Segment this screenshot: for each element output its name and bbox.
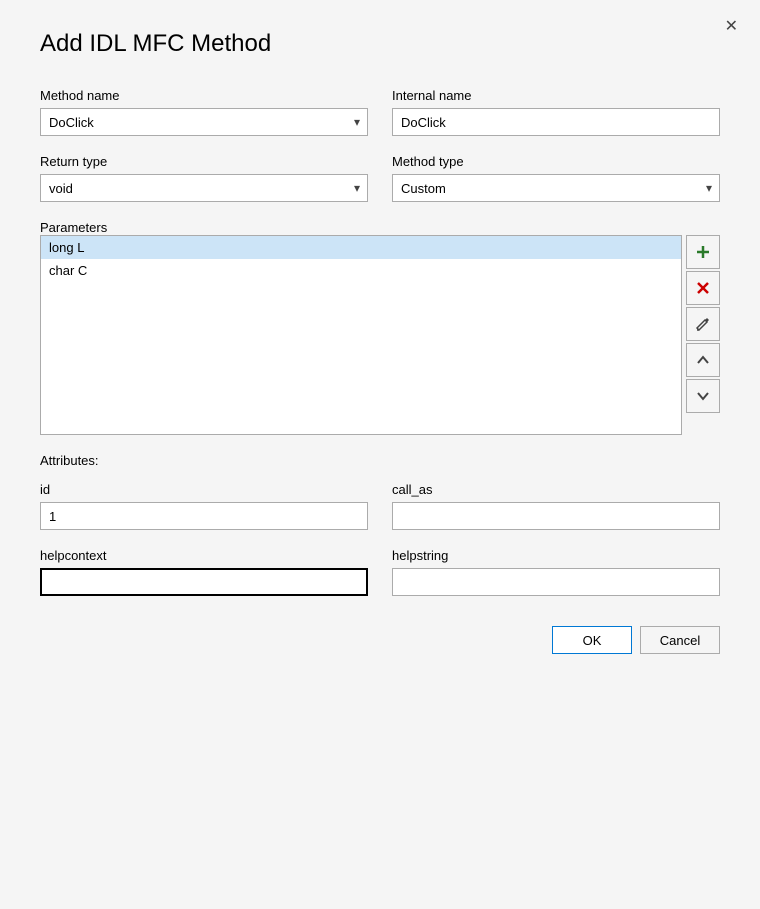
internal-name-label: Internal name (392, 88, 720, 103)
call-as-label: call_as (392, 482, 720, 497)
attributes-label: Attributes: (40, 453, 720, 468)
method-name-select[interactable]: DoClick (40, 108, 368, 136)
helpstring-input[interactable] (392, 568, 720, 596)
move-down-button[interactable] (686, 379, 720, 413)
chevron-down-icon (695, 388, 711, 404)
return-type-select[interactable]: void (40, 174, 368, 202)
list-item[interactable]: char C (41, 259, 681, 282)
call-as-group: call_as (392, 482, 720, 530)
plus-icon (695, 244, 711, 260)
method-name-label: Method name (40, 88, 368, 103)
parameters-label: Parameters (40, 220, 107, 235)
list-item[interactable]: long L (41, 236, 681, 259)
x-icon (695, 280, 711, 296)
dialog-title: Add IDL MFC Method (40, 30, 720, 58)
method-type-select[interactable]: Custom (392, 174, 720, 202)
return-type-select-wrapper: void (40, 174, 368, 202)
id-group: id (40, 482, 368, 530)
attributes-section: Attributes: id call_as helpcontext helps… (40, 453, 720, 596)
method-name-group: Method name DoClick (40, 88, 368, 136)
dialog-footer: OK Cancel (40, 626, 720, 654)
method-name-select-wrapper: DoClick (40, 108, 368, 136)
parameters-list[interactable]: long L char C (40, 235, 682, 435)
helpcontext-helpstring-row: helpcontext helpstring (40, 548, 720, 596)
internal-name-input[interactable] (392, 108, 720, 136)
method-type-group: Method type Custom (392, 154, 720, 202)
parameters-container: long L char C (40, 235, 720, 435)
method-type-select-wrapper: Custom (392, 174, 720, 202)
internal-name-group: Internal name (392, 88, 720, 136)
id-label: id (40, 482, 368, 497)
edit-param-button[interactable] (686, 307, 720, 341)
method-type-label: Method type (392, 154, 720, 169)
remove-param-button[interactable] (686, 271, 720, 305)
method-internal-row: Method name DoClick Internal name (40, 88, 720, 136)
parameters-section: Parameters long L char C (40, 220, 720, 435)
move-up-button[interactable] (686, 343, 720, 377)
close-button[interactable]: ✕ (719, 14, 744, 38)
dialog: ✕ Add IDL MFC Method Method name DoClick… (0, 0, 760, 909)
id-call-as-row: id call_as (40, 482, 720, 530)
chevron-up-icon (695, 352, 711, 368)
id-input[interactable] (40, 502, 368, 530)
call-as-input[interactable] (392, 502, 720, 530)
helpcontext-input[interactable] (40, 568, 368, 596)
param-buttons (686, 235, 720, 435)
add-param-button[interactable] (686, 235, 720, 269)
return-type-group: Return type void (40, 154, 368, 202)
ok-button[interactable]: OK (552, 626, 632, 654)
cancel-button[interactable]: Cancel (640, 626, 720, 654)
return-type-label: Return type (40, 154, 368, 169)
helpcontext-label: helpcontext (40, 548, 368, 563)
helpstring-label: helpstring (392, 548, 720, 563)
helpcontext-group: helpcontext (40, 548, 368, 596)
helpstring-group: helpstring (392, 548, 720, 596)
pencil-icon (695, 316, 711, 332)
return-method-row: Return type void Method type Custom (40, 154, 720, 202)
